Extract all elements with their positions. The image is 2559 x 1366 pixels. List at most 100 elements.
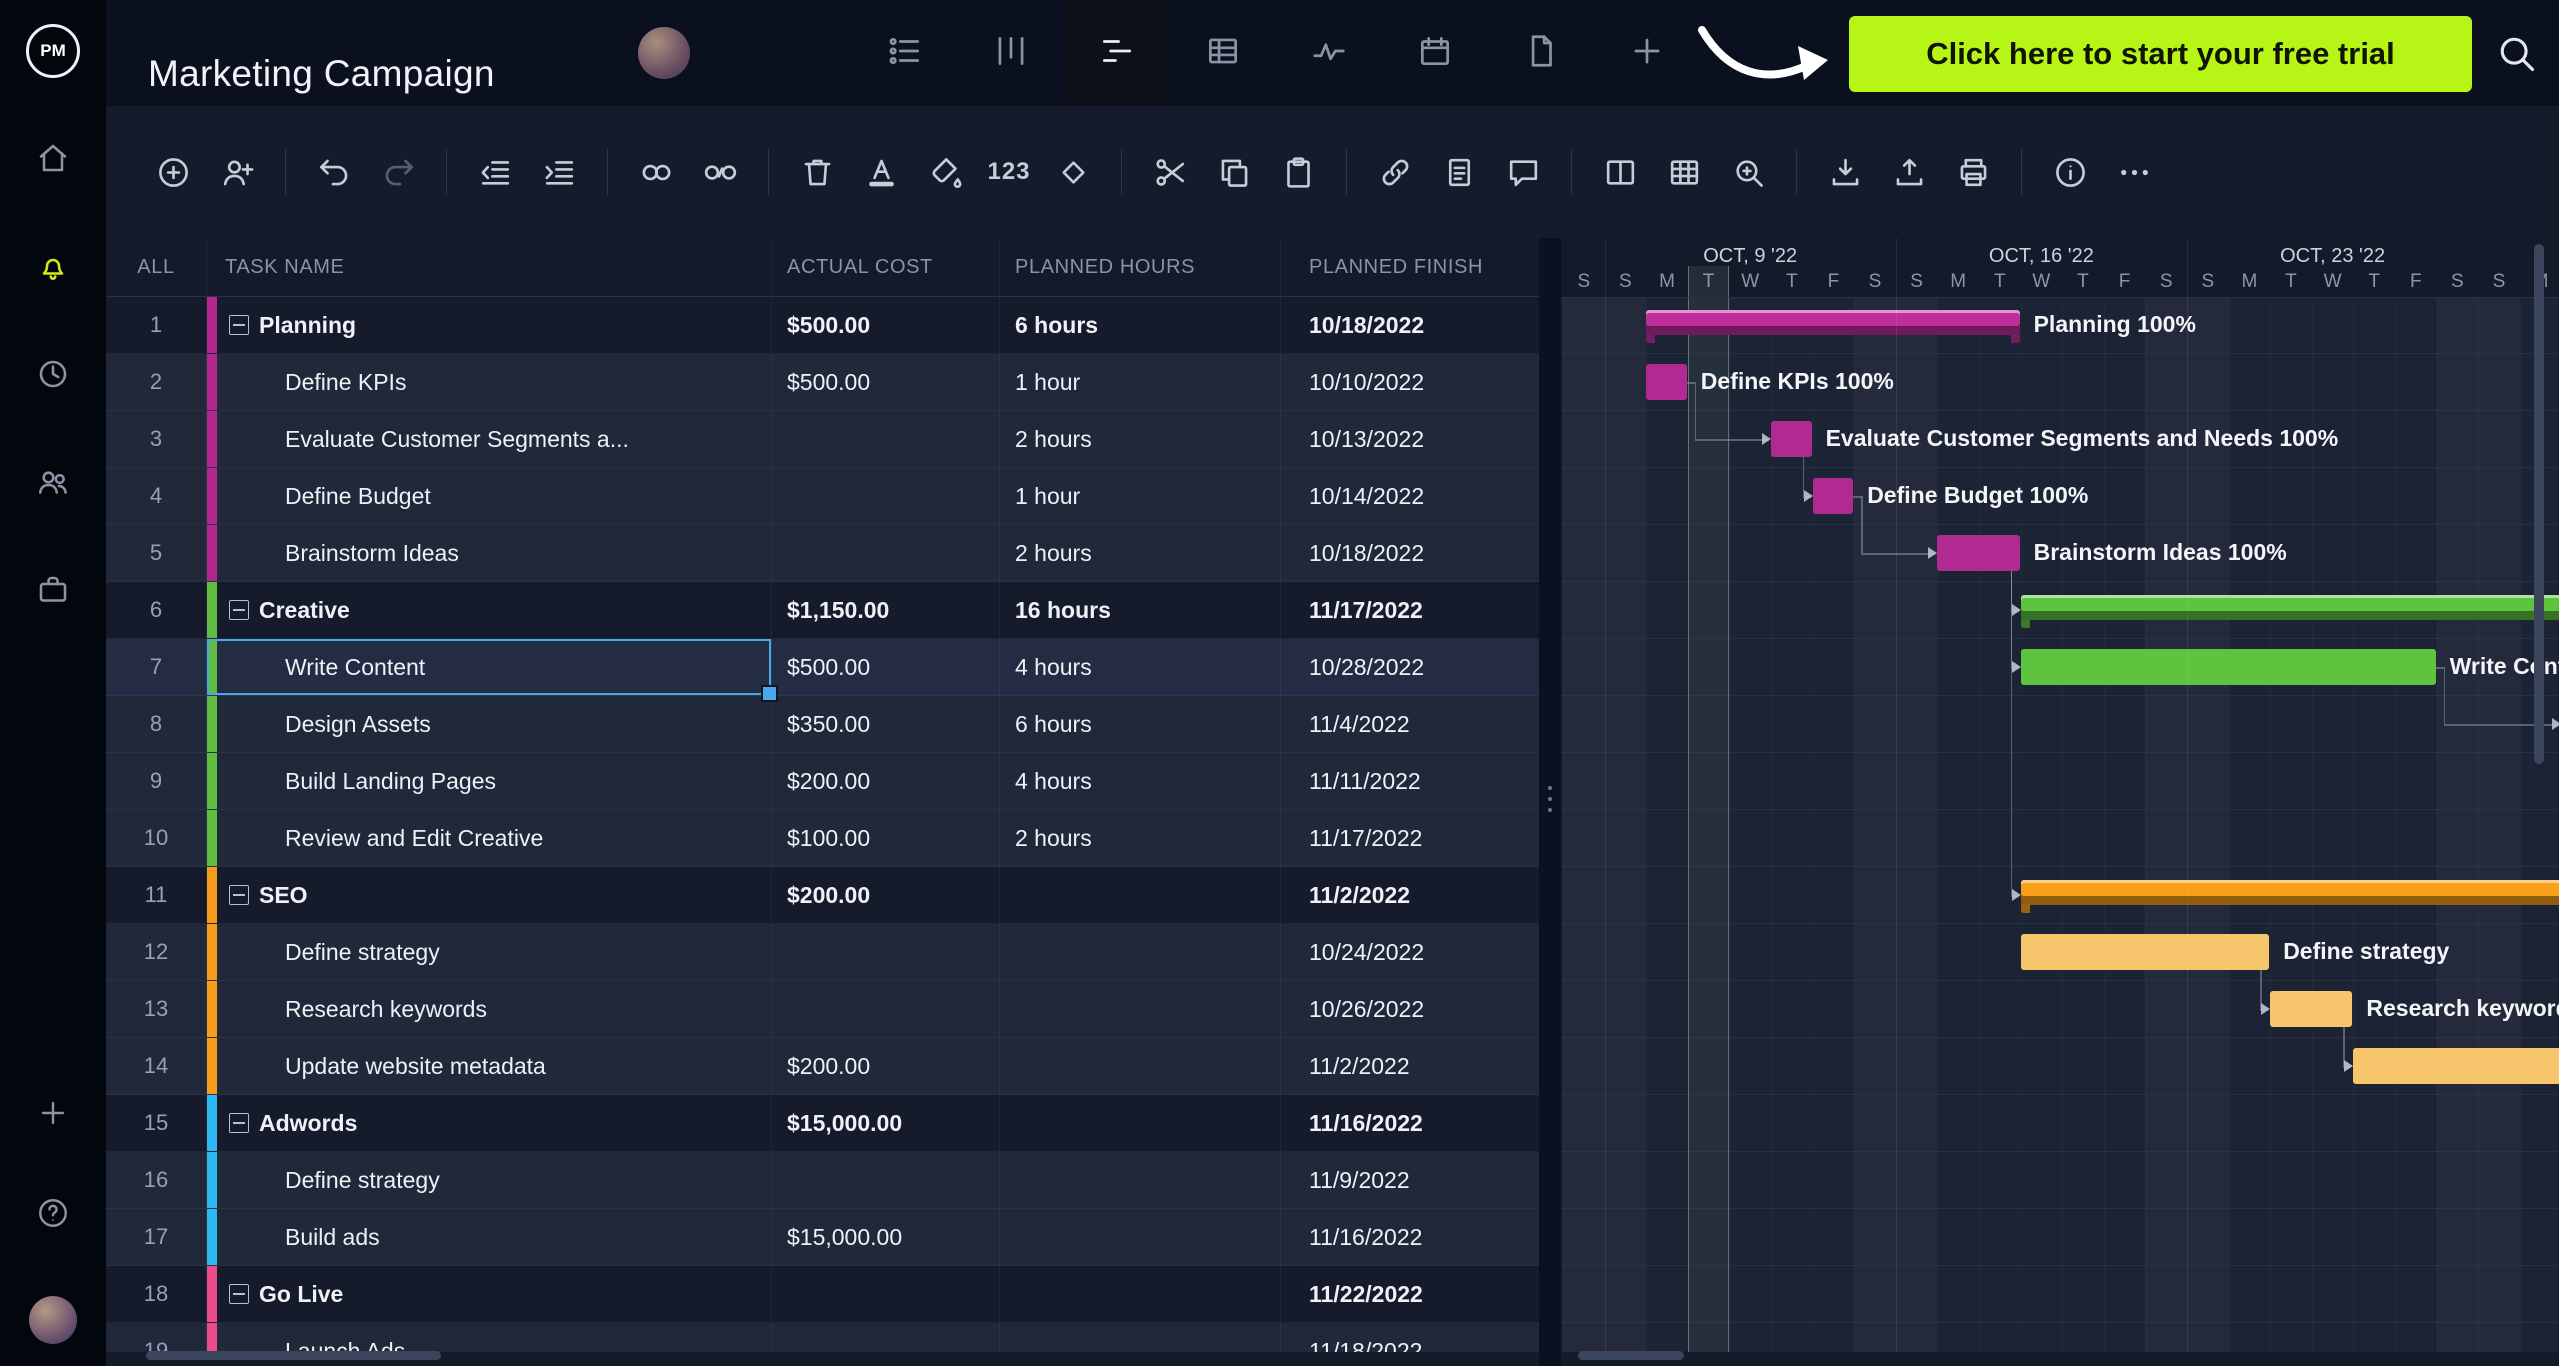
actual-cost-cell[interactable]: $500.00 — [772, 354, 1000, 410]
table-row[interactable]: 7 Write Content $500.00 4 hours 10/28/2022 — [106, 639, 1539, 702]
column-planned-finish[interactable]: PLANNED FINISH — [1281, 238, 1539, 296]
column-planned-hours[interactable]: PLANNED HOURS — [1000, 238, 1281, 296]
actual-cost-cell[interactable] — [772, 468, 1000, 524]
copy-button[interactable] — [1202, 140, 1266, 204]
table-row[interactable]: 2 Define KPIs $500.00 1 hour 10/10/2022 — [106, 354, 1539, 411]
gantt-bar[interactable] — [2020, 880, 2559, 905]
tab-list-view[interactable] — [852, 0, 958, 106]
table-row[interactable]: 11 SEO $200.00 11/2/2022 — [106, 867, 1539, 924]
add-user-button[interactable] — [205, 140, 269, 204]
table-row[interactable]: 13 Research keywords 10/26/2022 — [106, 981, 1539, 1038]
planned-hours-cell[interactable]: 16 hours — [1000, 582, 1281, 638]
actual-cost-cell[interactable]: $350.00 — [772, 696, 1000, 752]
filter-all-button[interactable]: ALL — [106, 238, 207, 296]
help-icon[interactable] — [36, 1196, 70, 1230]
work-icon[interactable] — [35, 572, 71, 608]
project-owner-avatar[interactable] — [638, 27, 690, 79]
task-name-cell[interactable]: Build Landing Pages — [207, 753, 772, 809]
table-row[interactable]: 3 Evaluate Customer Segments a... 2 hours 1… — [106, 411, 1539, 468]
actual-cost-cell[interactable]: $500.00 — [772, 639, 1000, 695]
export-button[interactable] — [1877, 140, 1941, 204]
fill-color-button[interactable] — [913, 140, 977, 204]
table-row[interactable]: 18 Go Live 11/22/2022 — [106, 1266, 1539, 1323]
task-name-cell[interactable]: Launch Ads — [207, 1323, 772, 1352]
gantt-bar[interactable] — [2020, 649, 2436, 685]
actual-cost-cell[interactable]: $200.00 — [772, 867, 1000, 923]
table-row[interactable]: 12 Define strategy 10/24/2022 — [106, 924, 1539, 981]
planned-finish-cell[interactable]: 11/2/2022 — [1281, 867, 1539, 923]
collapse-icon[interactable] — [229, 600, 249, 620]
team-icon[interactable] — [35, 464, 71, 500]
task-name-cell[interactable]: Planning — [207, 297, 772, 353]
notes-button[interactable] — [1427, 140, 1491, 204]
milestone-button[interactable] — [1041, 140, 1105, 204]
task-name-cell[interactable]: Define Budget — [207, 468, 772, 524]
actual-cost-cell[interactable]: $200.00 — [772, 753, 1000, 809]
table-row[interactable]: 15 Adwords $15,000.00 11/16/2022 — [106, 1095, 1539, 1152]
tab-doc-view[interactable] — [1488, 0, 1594, 106]
planned-finish-cell[interactable]: 11/4/2022 — [1281, 696, 1539, 752]
planned-finish-cell[interactable]: 11/22/2022 — [1281, 1266, 1539, 1322]
planned-hours-cell[interactable]: 4 hours — [1000, 639, 1281, 695]
planned-hours-cell[interactable]: 2 hours — [1000, 525, 1281, 581]
planned-hours-cell[interactable]: 2 hours — [1000, 810, 1281, 866]
planned-finish-cell[interactable]: 11/11/2022 — [1281, 753, 1539, 809]
task-name-cell[interactable]: SEO — [207, 867, 772, 923]
text-color-button[interactable] — [849, 140, 913, 204]
table-row[interactable]: 10 Review and Edit Creative $100.00 2 hours… — [106, 810, 1539, 867]
column-actual-cost[interactable]: ACTUAL COST — [772, 238, 1000, 296]
columns-button[interactable] — [1588, 140, 1652, 204]
print-button[interactable] — [1941, 140, 2005, 204]
collapse-icon[interactable] — [229, 1113, 249, 1133]
table-row[interactable]: 8 Design Assets $350.00 6 hours 11/4/2022 — [106, 696, 1539, 753]
actual-cost-cell[interactable]: $15,000.00 — [772, 1209, 1000, 1265]
comment-button[interactable] — [1491, 140, 1555, 204]
collapse-icon[interactable] — [229, 885, 249, 905]
cut-button[interactable] — [1138, 140, 1202, 204]
planned-finish-cell[interactable]: 11/9/2022 — [1281, 1152, 1539, 1208]
outdent-button[interactable] — [463, 140, 527, 204]
planned-finish-cell[interactable]: 10/10/2022 — [1281, 354, 1539, 410]
actual-cost-cell[interactable] — [772, 1266, 1000, 1322]
planned-finish-cell[interactable]: 11/2/2022 — [1281, 1038, 1539, 1094]
table-row[interactable]: 17 Build ads $15,000.00 11/16/2022 — [106, 1209, 1539, 1266]
task-name-cell[interactable]: Review and Edit Creative — [207, 810, 772, 866]
tab-sheet-view[interactable] — [1170, 0, 1276, 106]
tab-add-view[interactable] — [1594, 0, 1700, 106]
gantt-bar[interactable] — [1646, 310, 2020, 335]
planned-finish-cell[interactable]: 10/14/2022 — [1281, 468, 1539, 524]
actual-cost-cell[interactable] — [772, 1152, 1000, 1208]
planned-finish-cell[interactable]: 10/18/2022 — [1281, 525, 1539, 581]
grid-button[interactable] — [1652, 140, 1716, 204]
gantt-bar[interactable] — [2270, 991, 2353, 1027]
more-button[interactable] — [2102, 140, 2166, 204]
user-avatar[interactable] — [29, 1296, 77, 1344]
table-row[interactable]: 14 Update website metadata $200.00 11/2/202… — [106, 1038, 1539, 1095]
gantt-horizontal-scrollbar[interactable] — [1578, 1351, 1684, 1360]
planned-hours-cell[interactable]: 4 hours — [1000, 753, 1281, 809]
table-row[interactable]: 19 Launch Ads 11/18/2022 — [106, 1323, 1539, 1352]
planned-hours-cell[interactable] — [1000, 1095, 1281, 1151]
planned-hours-cell[interactable] — [1000, 1323, 1281, 1352]
pm-logo[interactable]: PM — [26, 24, 80, 78]
actual-cost-cell[interactable] — [772, 525, 1000, 581]
task-name-cell[interactable]: Creative — [207, 582, 772, 638]
number-format-button[interactable]: 123 — [977, 140, 1041, 204]
task-name-cell[interactable]: Write Content — [207, 639, 778, 702]
bell-icon[interactable] — [35, 248, 71, 284]
gantt-vertical-scrollbar[interactable] — [2534, 244, 2544, 764]
planned-hours-cell[interactable]: 1 hour — [1000, 354, 1281, 410]
redo-button[interactable] — [366, 140, 430, 204]
actual-cost-cell[interactable]: $15,000.00 — [772, 1095, 1000, 1151]
task-name-cell[interactable]: Design Assets — [207, 696, 772, 752]
indent-button[interactable] — [527, 140, 591, 204]
task-name-cell[interactable]: Define strategy — [207, 924, 772, 980]
planned-hours-cell[interactable] — [1000, 924, 1281, 980]
planned-finish-cell[interactable]: 10/28/2022 — [1281, 639, 1539, 695]
planned-hours-cell[interactable] — [1000, 981, 1281, 1037]
gantt-bar[interactable] — [2020, 934, 2270, 970]
planned-finish-cell[interactable]: 11/17/2022 — [1281, 582, 1539, 638]
planned-finish-cell[interactable]: 10/13/2022 — [1281, 411, 1539, 467]
actual-cost-cell[interactable] — [772, 1323, 1000, 1352]
planned-finish-cell[interactable]: 11/16/2022 — [1281, 1209, 1539, 1265]
